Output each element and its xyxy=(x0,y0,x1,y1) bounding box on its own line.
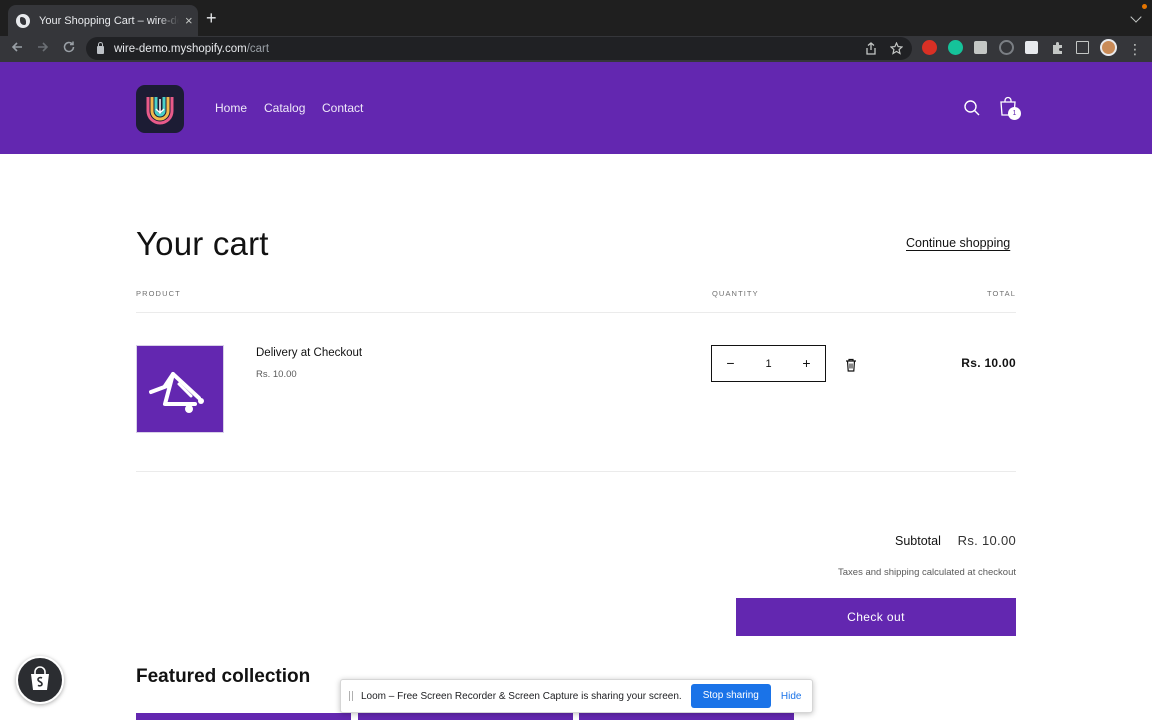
product-name[interactable]: Delivery at Checkout xyxy=(256,347,362,359)
items-divider xyxy=(136,471,1016,472)
screenshot-extension-icon[interactable] xyxy=(974,41,987,54)
quantity-input[interactable]: 1 xyxy=(749,358,788,370)
delivery-cart-icon[interactable] xyxy=(136,345,224,433)
store-header: Home Catalog Contact 1 xyxy=(0,62,1152,154)
continue-shopping-link[interactable]: Continue shopping xyxy=(906,236,1010,250)
header-divider xyxy=(136,312,1016,313)
browser-tab-active[interactable]: Your Shopping Cart – wire-demo × xyxy=(8,5,198,36)
nav-home[interactable]: Home xyxy=(215,101,247,115)
column-header-total: TOTAL xyxy=(987,289,1016,298)
featured-product-card[interactable] xyxy=(136,713,351,720)
quantity-stepper: − 1 + xyxy=(711,345,826,382)
increase-quantity-button[interactable]: + xyxy=(788,346,825,381)
search-icon[interactable] xyxy=(963,99,981,122)
product-unit-price: Rs. 10.00 xyxy=(256,369,297,380)
address-bar[interactable]: wire-demo.myshopify.com/cart xyxy=(86,37,912,60)
stop-sharing-button[interactable]: Stop sharing xyxy=(690,684,771,708)
shopify-bag-icon[interactable] xyxy=(16,656,64,704)
lock-icon xyxy=(97,42,104,54)
puzzle-extensions-icon[interactable] xyxy=(1050,40,1065,55)
forward-arrow-icon[interactable] xyxy=(34,40,52,58)
side-panel-icon[interactable] xyxy=(1076,41,1089,54)
store-logo-icon[interactable] xyxy=(136,85,184,133)
featured-product-card[interactable] xyxy=(579,713,794,720)
tab-search-chevron-icon[interactable] xyxy=(1130,11,1142,23)
cart-count-badge: 1 xyxy=(1008,107,1021,120)
subtotal-label: Subtotal xyxy=(895,534,941,548)
notion-icon[interactable] xyxy=(1025,41,1038,54)
trash-icon[interactable] xyxy=(845,358,857,377)
decrease-quantity-button[interactable]: − xyxy=(712,346,749,381)
globe-favicon-icon xyxy=(16,13,30,28)
featured-collection-title: Featured collection xyxy=(136,666,311,687)
profile-avatar-icon[interactable] xyxy=(1100,39,1117,56)
browser-tab-strip: Your Shopping Cart – wire-demo × + xyxy=(0,0,1152,36)
reload-icon[interactable] xyxy=(60,40,78,58)
browser-menu-icon[interactable]: ⋮ xyxy=(1126,40,1144,58)
line-total: Rs. 10.00 xyxy=(961,356,1016,370)
share-icon[interactable] xyxy=(865,42,877,58)
history-extension-icon[interactable] xyxy=(999,40,1014,55)
recording-indicator-icon xyxy=(1142,4,1147,9)
tab-close-icon[interactable]: × xyxy=(185,14,193,27)
grammarly-icon[interactable] xyxy=(948,40,963,55)
hide-link[interactable]: Hide xyxy=(781,691,802,702)
loom-sharing-message: Loom – Free Screen Recorder & Screen Cap… xyxy=(361,690,682,702)
back-arrow-icon[interactable] xyxy=(8,40,26,58)
loom-sharing-bar: Loom – Free Screen Recorder & Screen Cap… xyxy=(340,679,813,713)
featured-product-card[interactable] xyxy=(358,713,573,720)
page-title: Your cart xyxy=(136,225,269,262)
nav-catalog[interactable]: Catalog xyxy=(264,101,305,115)
column-header-quantity: QUANTITY xyxy=(712,289,759,298)
drag-handle-icon[interactable] xyxy=(349,691,353,701)
url-path: /cart xyxy=(246,42,270,55)
subtotal-value: Rs. 10.00 xyxy=(957,533,1016,548)
checkout-button[interactable]: Check out xyxy=(736,598,1016,636)
column-header-product: PRODUCT xyxy=(136,289,181,298)
tab-title: Your Shopping Cart – wire-demo xyxy=(39,14,179,27)
tax-note: Taxes and shipping calculated at checkou… xyxy=(838,567,1016,578)
nav-contact[interactable]: Contact xyxy=(322,101,363,115)
bookmark-star-icon[interactable] xyxy=(889,41,904,58)
url-host: wire-demo.myshopify.com xyxy=(114,42,247,55)
browser-toolbar: wire-demo.myshopify.com/cart ⋮ xyxy=(0,36,1152,62)
new-tab-icon[interactable]: + xyxy=(206,9,217,27)
red-extension-icon[interactable] xyxy=(922,40,937,55)
